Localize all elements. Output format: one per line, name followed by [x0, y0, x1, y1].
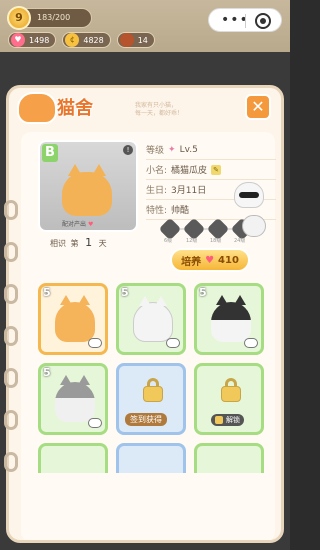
coin-count: 4828 — [83, 35, 104, 45]
grade-badge: B — [42, 144, 58, 162]
resource-bar: ♥ 1498 ¢ 4828 14 — [8, 32, 155, 48]
notebook-rings — [4, 200, 20, 500]
ring — [4, 410, 18, 430]
level-value: Lv.5 — [179, 144, 198, 155]
cat-count: 5 — [43, 366, 51, 379]
cattery-title-badge: 猫舍 — [17, 90, 117, 126]
cat-card[interactable]: 5 — [38, 363, 108, 435]
name-value: 橘猫瓜皮 — [171, 166, 208, 176]
panel-title: 猫舍 — [57, 98, 93, 119]
cat-card[interactable]: 5 — [194, 283, 264, 355]
birthday-value: 3月11日 — [171, 186, 207, 196]
heart-count: 1498 — [29, 35, 50, 45]
cat-count: 5 — [199, 286, 207, 299]
feed-cost: 410 — [218, 254, 239, 266]
birthday-label: 生日: — [146, 186, 168, 196]
cat-card-partial[interactable] — [38, 443, 108, 473]
edit-name-icon[interactable]: ✎ — [211, 164, 222, 175]
capsule-divider — [245, 14, 246, 28]
milestone-label: 24级 — [234, 238, 246, 244]
tuxedo-cat-icon — [211, 295, 251, 342]
ring — [4, 200, 18, 220]
heart-icon: ♥ — [11, 33, 25, 47]
coin-resource: ¢ 4828 — [62, 32, 111, 48]
milestone-label: 18级 — [210, 238, 222, 244]
cat-card-partial[interactable] — [194, 443, 264, 473]
fish-icon — [119, 33, 134, 47]
cat-count: 5 — [121, 286, 129, 299]
close-button[interactable]: ✕ — [245, 94, 271, 120]
feed-label: 培养 — [181, 256, 202, 268]
level-milestones: 6级 12级 18级 24级 — [158, 215, 272, 244]
checkin-unlock-label: 签到获得 — [125, 413, 167, 426]
fish-resource: 14 — [116, 32, 155, 48]
top-bar: 9 183/200 ••• ♥ 1498 ¢ 4828 14 — [0, 0, 290, 52]
panel-tagline: 我家有只小猫， 每一天，都好乖！ — [135, 102, 183, 118]
level-progress-text: 183/200 — [37, 13, 71, 22]
milestone-label: 6级 — [164, 238, 173, 244]
ring — [4, 242, 18, 262]
produce-label: 配对产出 ♥ — [62, 221, 94, 228]
unlock-button[interactable]: 解锁 — [211, 414, 244, 426]
trait-label: 特性: — [146, 206, 168, 216]
heart-resource: ♥ 1498 — [8, 32, 57, 48]
milestone-label: 12级 — [186, 238, 198, 244]
ring — [4, 368, 18, 388]
name-label: 小名: — [146, 166, 168, 176]
level-star-icon: 9 — [7, 6, 31, 30]
ring — [4, 452, 18, 472]
level-icon: ✦ — [168, 144, 176, 155]
ring — [4, 284, 18, 304]
level-row: 等级 ✦ Lv.5 — [146, 140, 276, 160]
close-miniprogram-icon[interactable] — [255, 13, 271, 29]
name-row: 小名: 橘猫瓜皮 ✎ — [146, 160, 276, 180]
accessory-icon — [244, 338, 258, 348]
miniprogram-capsule: ••• — [208, 8, 282, 32]
accessory-icon — [88, 338, 102, 348]
heart-icon: ♥ — [205, 254, 215, 266]
lock-icon — [221, 378, 241, 402]
sunglasses-icon — [239, 192, 259, 198]
coin-icon: ¢ — [65, 33, 80, 47]
featured-cat-card: B ! 配对产出 ♥ 相识 第 1 天 — [38, 140, 148, 260]
tagline-line2: 每一天，都好乖！ — [135, 110, 184, 117]
cat-count: 5 — [43, 286, 51, 299]
ring — [4, 326, 18, 346]
accessory-icon — [88, 418, 102, 428]
milestone-cat-icon — [242, 215, 266, 237]
cat-card[interactable]: 5 — [116, 283, 186, 355]
key-icon — [215, 416, 223, 424]
locked-cat-card-partial[interactable] — [116, 443, 186, 473]
level-label: 等级 — [146, 146, 165, 156]
accessory-icon — [166, 338, 180, 348]
cool-cat-icon — [234, 182, 264, 208]
tagline-line1: 我家有只小猫， — [135, 102, 178, 109]
trait-value: 帅酷 — [171, 206, 190, 216]
orange-cat-icon — [62, 164, 112, 216]
cat-details: 等级 ✦ Lv.5 小名: 橘猫瓜皮 ✎ 生日: 3月11日 特性: 帅酷 — [146, 140, 276, 220]
cat-head-icon — [17, 92, 57, 124]
cat-card[interactable]: 5 — [38, 283, 108, 355]
feed-button[interactable]: 培养 ♥ 410 — [170, 248, 250, 272]
orange-cat-icon — [55, 295, 95, 342]
locked-cat-card[interactable]: 解锁 — [194, 363, 264, 435]
grey-cat-icon — [55, 375, 95, 422]
locked-cat-card[interactable]: 签到获得 — [116, 363, 186, 435]
featured-cat-photo[interactable]: B ! 配对产出 ♥ — [38, 140, 138, 232]
acquaint-days: 相识 第 1 天 — [50, 236, 107, 249]
lock-icon — [143, 378, 163, 402]
white-cat-icon — [133, 296, 173, 342]
info-icon[interactable]: ! — [123, 145, 133, 155]
player-level-pill[interactable]: 9 183/200 — [7, 6, 92, 30]
fish-count: 14 — [137, 35, 148, 45]
